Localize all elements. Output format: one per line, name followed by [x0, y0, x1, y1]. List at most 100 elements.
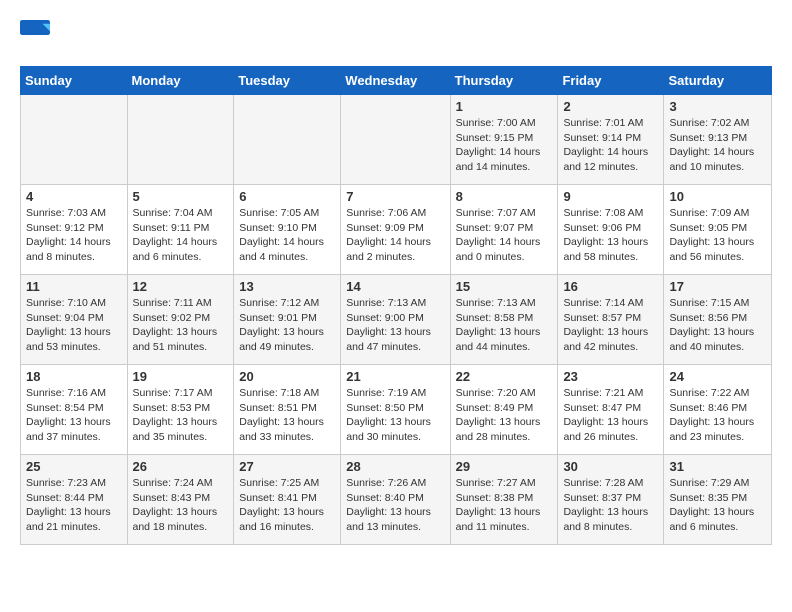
day-number: 28 — [346, 459, 444, 474]
calendar-cell: 31 Sunrise: 7:29 AM Sunset: 8:35 PM Dayli… — [664, 455, 772, 545]
day-info: Sunrise: 7:24 AM Sunset: 8:43 PM Dayligh… — [133, 476, 229, 535]
day-number: 29 — [456, 459, 553, 474]
day-info: Sunrise: 7:27 AM Sunset: 8:38 PM Dayligh… — [456, 476, 553, 535]
header-day: Sunday — [21, 67, 128, 95]
calendar-cell: 17Sunrise: 7:15 AM Sunset: 8:56 PM Dayli… — [664, 275, 772, 365]
calendar-cell: 30 Sunrise: 7:28 AM Sunset: 8:37 PM Dayli… — [558, 455, 664, 545]
day-info: Sunrise: 7:09 AM Sunset: 9:05 PM Dayligh… — [669, 206, 766, 265]
logo-icon — [20, 20, 50, 50]
header-row: SundayMondayTuesdayWednesdayThursdayFrid… — [21, 67, 772, 95]
calendar-cell: 11 Sunrise: 7:10 AM Sunset: 9:04 PM Dayli… — [21, 275, 128, 365]
logo — [20, 20, 54, 50]
day-number: 16 — [563, 279, 658, 294]
day-info: Sunrise: 7:01 AM Sunset: 9:14 PM Dayligh… — [563, 116, 658, 175]
calendar-cell: 19 Sunrise: 7:17 AM Sunset: 8:53 PM Dayli… — [127, 365, 234, 455]
day-info: Sunrise: 7:28 AM Sunset: 8:37 PM Dayligh… — [563, 476, 658, 535]
day-info: Sunrise: 7:29 AM Sunset: 8:35 PM Dayligh… — [669, 476, 766, 535]
day-number: 20 — [239, 369, 335, 384]
calendar-cell: 21 Sunrise: 7:19 AM Sunset: 8:50 PM Dayli… — [341, 365, 450, 455]
day-info: Sunrise: 7:11 AM Sunset: 9:02 PM Dayligh… — [133, 296, 229, 355]
day-number: 6 — [239, 189, 335, 204]
day-number: 25 — [26, 459, 122, 474]
day-info: Sunrise: 7:20 AM Sunset: 8:49 PM Dayligh… — [456, 386, 553, 445]
day-info: Sunrise: 7:19 AM Sunset: 8:50 PM Dayligh… — [346, 386, 444, 445]
calendar-cell: 23 Sunrise: 7:21 AM Sunset: 8:47 PM Dayli… — [558, 365, 664, 455]
day-number: 26 — [133, 459, 229, 474]
day-info: Sunrise: 7:17 AM Sunset: 8:53 PM Dayligh… — [133, 386, 229, 445]
day-number: 11 — [26, 279, 122, 294]
calendar-cell: 5 Sunrise: 7:04 AM Sunset: 9:11 PM Daylig… — [127, 185, 234, 275]
calendar-cell — [341, 95, 450, 185]
calendar-week-row: 25 Sunrise: 7:23 AM Sunset: 8:44 PM Dayli… — [21, 455, 772, 545]
day-info: Sunrise: 7:26 AM Sunset: 8:40 PM Dayligh… — [346, 476, 444, 535]
day-info: Sunrise: 7:05 AM Sunset: 9:10 PM Dayligh… — [239, 206, 335, 265]
day-info: Sunrise: 7:04 AM Sunset: 9:11 PM Dayligh… — [133, 206, 229, 265]
calendar-body: 1Sunrise: 7:00 AM Sunset: 9:15 PM Daylig… — [21, 95, 772, 545]
day-info: Sunrise: 7:10 AM Sunset: 9:04 PM Dayligh… — [26, 296, 122, 355]
calendar-cell: 18Sunrise: 7:16 AM Sunset: 8:54 PM Dayli… — [21, 365, 128, 455]
calendar-week-row: 1Sunrise: 7:00 AM Sunset: 9:15 PM Daylig… — [21, 95, 772, 185]
day-info: Sunrise: 7:21 AM Sunset: 8:47 PM Dayligh… — [563, 386, 658, 445]
calendar-cell: 12 Sunrise: 7:11 AM Sunset: 9:02 PM Dayli… — [127, 275, 234, 365]
calendar-cell: 6 Sunrise: 7:05 AM Sunset: 9:10 PM Daylig… — [234, 185, 341, 275]
calendar-header: SundayMondayTuesdayWednesdayThursdayFrid… — [21, 67, 772, 95]
day-info: Sunrise: 7:07 AM Sunset: 9:07 PM Dayligh… — [456, 206, 553, 265]
calendar-cell: 25 Sunrise: 7:23 AM Sunset: 8:44 PM Dayli… — [21, 455, 128, 545]
calendar-cell: 20Sunrise: 7:18 AM Sunset: 8:51 PM Dayli… — [234, 365, 341, 455]
calendar-cell: 24 Sunrise: 7:22 AM Sunset: 8:46 PM Dayli… — [664, 365, 772, 455]
day-number: 15 — [456, 279, 553, 294]
day-number: 10 — [669, 189, 766, 204]
day-info: Sunrise: 7:13 AM Sunset: 8:58 PM Dayligh… — [456, 296, 553, 355]
day-info: Sunrise: 7:03 AM Sunset: 9:12 PM Dayligh… — [26, 206, 122, 265]
day-info: Sunrise: 7:08 AM Sunset: 9:06 PM Dayligh… — [563, 206, 658, 265]
day-number: 14 — [346, 279, 444, 294]
day-info: Sunrise: 7:12 AM Sunset: 9:01 PM Dayligh… — [239, 296, 335, 355]
calendar-cell: 14 Sunrise: 7:13 AM Sunset: 9:00 PM Dayli… — [341, 275, 450, 365]
day-number: 19 — [133, 369, 229, 384]
calendar-cell: 13Sunrise: 7:12 AM Sunset: 9:01 PM Dayli… — [234, 275, 341, 365]
day-number: 3 — [669, 99, 766, 114]
calendar-cell — [234, 95, 341, 185]
day-info: Sunrise: 7:14 AM Sunset: 8:57 PM Dayligh… — [563, 296, 658, 355]
day-number: 2 — [563, 99, 658, 114]
day-number: 5 — [133, 189, 229, 204]
day-number: 4 — [26, 189, 122, 204]
day-number: 12 — [133, 279, 229, 294]
day-number: 23 — [563, 369, 658, 384]
day-info: Sunrise: 7:15 AM Sunset: 8:56 PM Dayligh… — [669, 296, 766, 355]
calendar-cell: 26 Sunrise: 7:24 AM Sunset: 8:43 PM Dayli… — [127, 455, 234, 545]
day-number: 27 — [239, 459, 335, 474]
calendar-week-row: 18Sunrise: 7:16 AM Sunset: 8:54 PM Dayli… — [21, 365, 772, 455]
day-number: 7 — [346, 189, 444, 204]
calendar-cell: 2 Sunrise: 7:01 AM Sunset: 9:14 PM Daylig… — [558, 95, 664, 185]
calendar-cell — [21, 95, 128, 185]
day-number: 8 — [456, 189, 553, 204]
calendar-cell: 3Sunrise: 7:02 AM Sunset: 9:13 PM Daylig… — [664, 95, 772, 185]
calendar-cell: 7 Sunrise: 7:06 AM Sunset: 9:09 PM Daylig… — [341, 185, 450, 275]
day-number: 31 — [669, 459, 766, 474]
header-day: Monday — [127, 67, 234, 95]
header-day: Tuesday — [234, 67, 341, 95]
day-number: 22 — [456, 369, 553, 384]
calendar-cell: 9Sunrise: 7:08 AM Sunset: 9:06 PM Daylig… — [558, 185, 664, 275]
day-info: Sunrise: 7:23 AM Sunset: 8:44 PM Dayligh… — [26, 476, 122, 535]
calendar-cell: 8 Sunrise: 7:07 AM Sunset: 9:07 PM Daylig… — [450, 185, 558, 275]
calendar-cell: 4 Sunrise: 7:03 AM Sunset: 9:12 PM Daylig… — [21, 185, 128, 275]
day-info: Sunrise: 7:13 AM Sunset: 9:00 PM Dayligh… — [346, 296, 444, 355]
day-number: 30 — [563, 459, 658, 474]
day-number: 21 — [346, 369, 444, 384]
header-day: Saturday — [664, 67, 772, 95]
calendar-cell: 16 Sunrise: 7:14 AM Sunset: 8:57 PM Dayli… — [558, 275, 664, 365]
header-day: Thursday — [450, 67, 558, 95]
calendar-cell: 27Sunrise: 7:25 AM Sunset: 8:41 PM Dayli… — [234, 455, 341, 545]
calendar-cell: 22 Sunrise: 7:20 AM Sunset: 8:49 PM Dayli… — [450, 365, 558, 455]
calendar-cell: 29 Sunrise: 7:27 AM Sunset: 8:38 PM Dayli… — [450, 455, 558, 545]
calendar-cell: 15 Sunrise: 7:13 AM Sunset: 8:58 PM Dayli… — [450, 275, 558, 365]
day-info: Sunrise: 7:06 AM Sunset: 9:09 PM Dayligh… — [346, 206, 444, 265]
header — [20, 20, 772, 50]
day-info: Sunrise: 7:22 AM Sunset: 8:46 PM Dayligh… — [669, 386, 766, 445]
calendar-cell: 28 Sunrise: 7:26 AM Sunset: 8:40 PM Dayli… — [341, 455, 450, 545]
day-number: 24 — [669, 369, 766, 384]
calendar-cell — [127, 95, 234, 185]
calendar-cell: 10 Sunrise: 7:09 AM Sunset: 9:05 PM Dayli… — [664, 185, 772, 275]
